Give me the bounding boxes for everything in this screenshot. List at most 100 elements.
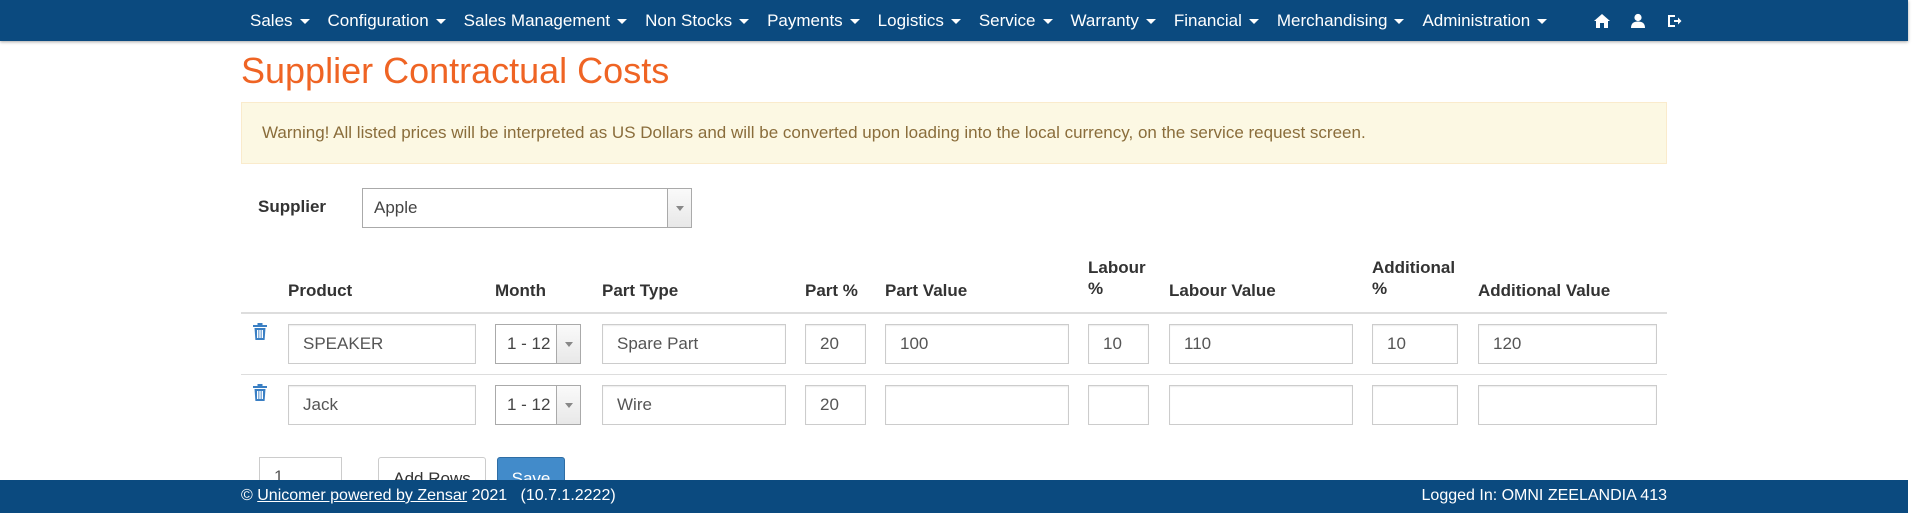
part-pct-value: 20 bbox=[820, 395, 839, 414]
month-select[interactable]: 1 - 12 bbox=[495, 324, 581, 364]
footer-copyright: © Unicomer powered by Zensar 2021 (10.7.… bbox=[241, 487, 616, 505]
part-value-input[interactable] bbox=[885, 385, 1069, 425]
caret-down-icon bbox=[1145, 19, 1156, 24]
header-part-value: Part Value bbox=[885, 281, 968, 300]
nav-item-label: Configuration bbox=[327, 10, 429, 30]
nav-item-non-stocks[interactable]: Non Stocks bbox=[636, 0, 758, 41]
table-header-divider bbox=[241, 312, 1667, 314]
nav-item-configuration[interactable]: Configuration bbox=[319, 0, 455, 41]
header-additional-pct-line2: % bbox=[1372, 279, 1388, 298]
month-value: 1 - 12 bbox=[507, 334, 551, 353]
caret-down-icon bbox=[1248, 19, 1259, 24]
labour-value-input[interactable]: 110 bbox=[1169, 324, 1353, 364]
nav-item-payments[interactable]: Payments bbox=[758, 0, 869, 41]
user-icon[interactable] bbox=[1620, 0, 1656, 41]
nav-item-label: Payments bbox=[767, 10, 843, 30]
nav-item-label: Sales Management bbox=[463, 10, 611, 30]
additional-value-input[interactable]: 120 bbox=[1478, 324, 1657, 364]
warning-alert: Warning! All listed prices will be inter… bbox=[241, 102, 1667, 164]
additional-value-value: 120 bbox=[1493, 334, 1522, 353]
labour-pct-input[interactable]: 10 bbox=[1088, 324, 1149, 364]
part-type-input[interactable]: Spare Part bbox=[602, 324, 786, 364]
caret-down-icon bbox=[1042, 19, 1053, 24]
part-pct-value: 20 bbox=[820, 334, 839, 353]
part-value-input[interactable]: 100 bbox=[885, 324, 1069, 364]
header-additional-pct-line1: Additional bbox=[1372, 258, 1456, 277]
nav-icon-group bbox=[1584, 0, 1692, 41]
part-pct-input[interactable]: 20 bbox=[805, 324, 866, 364]
nav-item-label: Logistics bbox=[877, 10, 944, 30]
product-value: SPEAKER bbox=[303, 334, 384, 353]
nav-item-label: Administration bbox=[1422, 10, 1531, 30]
additional-value-input[interactable] bbox=[1478, 385, 1657, 425]
trash-icon[interactable] bbox=[252, 323, 268, 346]
caret-down-icon bbox=[1537, 19, 1548, 24]
header-part-type: Part Type bbox=[602, 281, 679, 300]
table-row-divider bbox=[241, 374, 1667, 375]
labour-pct-input[interactable] bbox=[1088, 385, 1149, 425]
warning-text: Warning! All listed prices will be inter… bbox=[262, 123, 1366, 142]
logged-in-status: Logged In: OMNI ZEELANDIA 413 bbox=[1421, 487, 1667, 504]
home-icon[interactable] bbox=[1584, 0, 1620, 41]
nav-item-sales[interactable]: Sales bbox=[241, 0, 319, 41]
dropdown-arrow-icon bbox=[667, 189, 691, 227]
labour-pct-value: 10 bbox=[1103, 334, 1122, 353]
product-input[interactable]: SPEAKER bbox=[288, 324, 476, 364]
supplier-value: Apple bbox=[374, 198, 418, 217]
additional-pct-value: 10 bbox=[1387, 334, 1406, 353]
nav-item-merchandising[interactable]: Merchandising bbox=[1268, 0, 1414, 41]
company-link[interactable]: Unicomer powered by Zensar bbox=[257, 487, 467, 504]
header-labour-pct: Labour % bbox=[1088, 257, 1146, 299]
product-value: Jack bbox=[303, 395, 338, 414]
main-menu: Sales Configuration Sales Management Non… bbox=[241, 0, 1556, 41]
nav-item-label: Sales bbox=[250, 10, 293, 30]
supplier-label: Supplier bbox=[258, 197, 327, 216]
nav-item-sales-management[interactable]: Sales Management bbox=[455, 0, 636, 41]
header-additional-value: Additional Value bbox=[1478, 281, 1611, 300]
additional-pct-input[interactable]: 10 bbox=[1372, 324, 1458, 364]
nav-item-label: Merchandising bbox=[1276, 10, 1388, 30]
part-pct-input[interactable]: 20 bbox=[805, 385, 866, 425]
product-input[interactable]: Jack bbox=[288, 385, 476, 425]
caret-down-icon bbox=[1394, 19, 1405, 24]
header-month: Month bbox=[495, 281, 546, 300]
header-labour-pct-line1: Labour bbox=[1088, 258, 1146, 277]
trash-icon[interactable] bbox=[252, 384, 268, 407]
part-value-value: 100 bbox=[900, 334, 929, 353]
logout-icon[interactable] bbox=[1656, 0, 1692, 41]
header-labour-pct-line2: % bbox=[1088, 279, 1104, 298]
nav-item-warranty[interactable]: Warranty bbox=[1062, 0, 1165, 41]
caret-down-icon bbox=[617, 19, 628, 24]
part-type-value: Spare Part bbox=[617, 334, 699, 353]
nav-item-label: Non Stocks bbox=[645, 10, 733, 30]
nav-item-label: Service bbox=[978, 10, 1036, 30]
month-value: 1 - 12 bbox=[507, 395, 551, 414]
nav-item-service[interactable]: Service bbox=[970, 0, 1062, 41]
footer: © Unicomer powered by Zensar 2021 (10.7.… bbox=[0, 480, 1908, 513]
nav-item-label: Warranty bbox=[1070, 10, 1139, 30]
footer-version: 2021 (10.7.1.2222) bbox=[467, 487, 616, 504]
header-part-pct: Part % bbox=[805, 281, 858, 300]
labour-value-value: 110 bbox=[1184, 334, 1212, 353]
header-labour-value: Labour Value bbox=[1169, 281, 1276, 300]
caret-down-icon bbox=[739, 19, 750, 24]
labour-value-input[interactable] bbox=[1169, 385, 1353, 425]
part-type-input[interactable]: Wire bbox=[602, 385, 786, 425]
top-navbar: Sales Configuration Sales Management Non… bbox=[0, 0, 1908, 41]
header-product: Product bbox=[288, 281, 353, 300]
caret-down-icon bbox=[435, 19, 446, 24]
dropdown-arrow-icon bbox=[556, 325, 580, 363]
part-type-value: Wire bbox=[617, 395, 652, 414]
additional-pct-input[interactable] bbox=[1372, 385, 1458, 425]
header-additional-pct: Additional % bbox=[1372, 257, 1455, 299]
copyright-symbol: © bbox=[241, 487, 253, 504]
nav-item-administration[interactable]: Administration bbox=[1413, 0, 1556, 41]
dropdown-arrow-icon bbox=[556, 386, 580, 424]
page-title: Supplier Contractual Costs bbox=[241, 50, 670, 91]
month-select[interactable]: 1 - 12 bbox=[495, 385, 581, 425]
caret-down-icon bbox=[299, 19, 310, 24]
nav-item-logistics[interactable]: Logistics bbox=[869, 0, 970, 41]
caret-down-icon bbox=[950, 19, 961, 24]
supplier-select[interactable]: Apple bbox=[362, 188, 692, 228]
nav-item-financial[interactable]: Financial bbox=[1165, 0, 1268, 41]
